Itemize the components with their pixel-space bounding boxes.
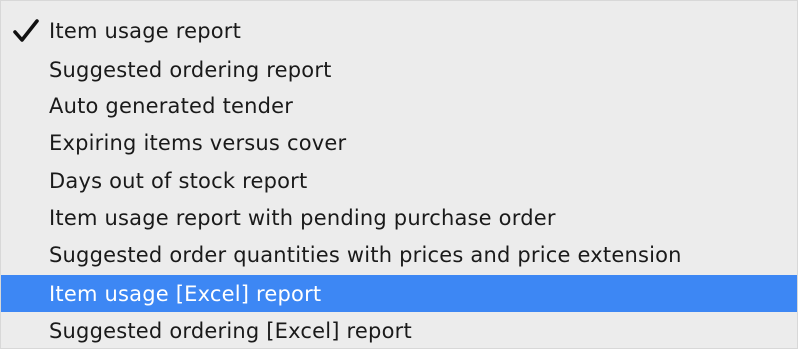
menu-item-suggested-ordering-report[interactable]: Suggested ordering report [1, 51, 797, 88]
menu-item-suggested-order-quantities-prices[interactable]: Suggested order quantities with prices a… [1, 236, 797, 273]
menu-item-label: Item usage report [49, 18, 242, 43]
menu-item-label: Days out of stock report [49, 168, 308, 193]
menu-item-label: Suggested ordering [Excel] report [49, 318, 412, 343]
menu-item-item-usage-report[interactable]: Item usage report [1, 12, 797, 49]
menu-item-label: Suggested order quantities with prices a… [49, 242, 682, 267]
checkmark-icon [12, 18, 40, 44]
menu-item-item-usage-excel-report[interactable]: Item usage [Excel] report [1, 275, 797, 312]
menu-item-label: Item usage [Excel] report [49, 281, 322, 306]
menu-item-suggested-ordering-excel-report[interactable]: Suggested ordering [Excel] report [1, 312, 797, 349]
menu-item-label: Suggested ordering report [49, 57, 332, 82]
menu-item-expiring-items-versus-cover[interactable]: Expiring items versus cover [1, 124, 797, 161]
menu-item-label: Auto generated tender [49, 93, 294, 118]
report-type-menu: Item usage report Suggested ordering rep… [0, 0, 798, 349]
menu-item-auto-generated-tender[interactable]: Auto generated tender [1, 87, 797, 124]
menu-item-label: Expiring items versus cover [49, 130, 347, 155]
menu-item-days-out-of-stock-report[interactable]: Days out of stock report [1, 162, 797, 199]
menu-item-item-usage-report-pending-po[interactable]: Item usage report with pending purchase … [1, 199, 797, 236]
menu-item-label: Item usage report with pending purchase … [49, 205, 556, 230]
